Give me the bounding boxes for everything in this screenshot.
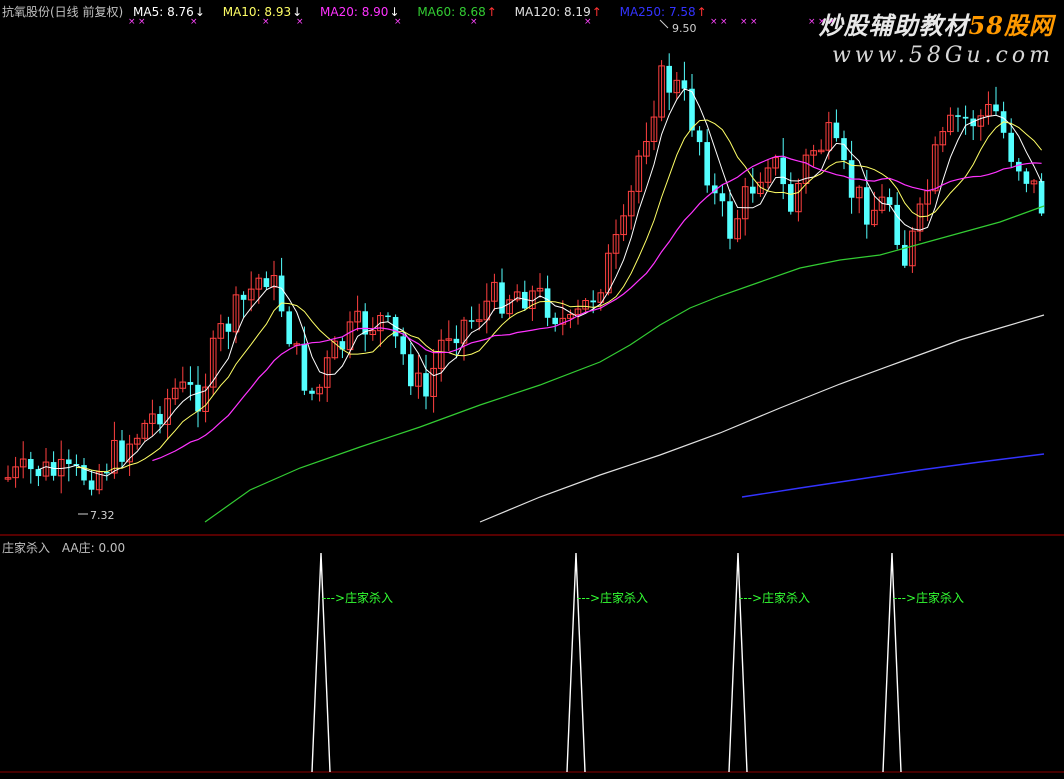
chart-header: 抗氧股份(日线 前复权) MA5: 8.76↓ MA10: 8.93↓ MA20… [2, 3, 721, 20]
ma20-indicator: MA20: 8.90↓ [320, 5, 400, 19]
ma60-arrow-icon: ↑ [486, 5, 497, 19]
signal-label: --->庄家杀入 [739, 590, 810, 605]
ma10-arrow-icon: ↓ [292, 5, 303, 19]
signal-label: --->庄家杀入 [577, 590, 648, 605]
watermark-text: 炒股辅助教材58股网 [818, 11, 1054, 40]
watermark: 炒股辅助教材58股网 www.58Gu.com [819, 6, 1054, 68]
ma5-indicator: MA5: 8.76↓ [133, 5, 205, 19]
candle [286, 306, 292, 347]
x-mark-icon: × [720, 17, 728, 27]
ma120-arrow-icon: ↑ [591, 5, 602, 19]
stock-title: 抗氧股份(日线 前复权) [2, 5, 124, 19]
sub-panel-header: 庄家杀入 AA庄: 0.00 [2, 539, 133, 556]
signal-label: --->庄家杀入 [322, 590, 393, 605]
ma120-indicator: MA120: 8.19↑ [514, 5, 602, 19]
x-mark-icon: × [740, 17, 748, 27]
kline-chart[interactable]: × × × × × × × × × × × × × × × 9.50 7.32 --->庄家杀入 --->庄家… [0, 0, 1064, 779]
low-price-label: 7.32 [90, 509, 115, 522]
signal-label: --->庄家杀入 [893, 590, 964, 605]
sub-indicator-name: 庄家杀入 [2, 541, 51, 555]
ma250-indicator: MA250: 7.58↑ [619, 5, 707, 19]
watermark-url: www.58Gu.com [831, 43, 1054, 68]
ma20-arrow-icon: ↓ [389, 5, 400, 19]
x-mark-icon: × [808, 17, 816, 27]
high-price-label: 9.50 [672, 22, 697, 35]
ma10-indicator: MA10: 8.93↓ [222, 5, 303, 19]
x-mark-icon: × [750, 17, 758, 27]
ma60-indicator: MA60: 8.68↑ [417, 5, 497, 19]
ma250-arrow-icon: ↑ [696, 5, 707, 19]
ma5-arrow-icon: ↓ [194, 5, 205, 19]
sub-indicator-label: AA庄: 0.00 [61, 541, 126, 555]
